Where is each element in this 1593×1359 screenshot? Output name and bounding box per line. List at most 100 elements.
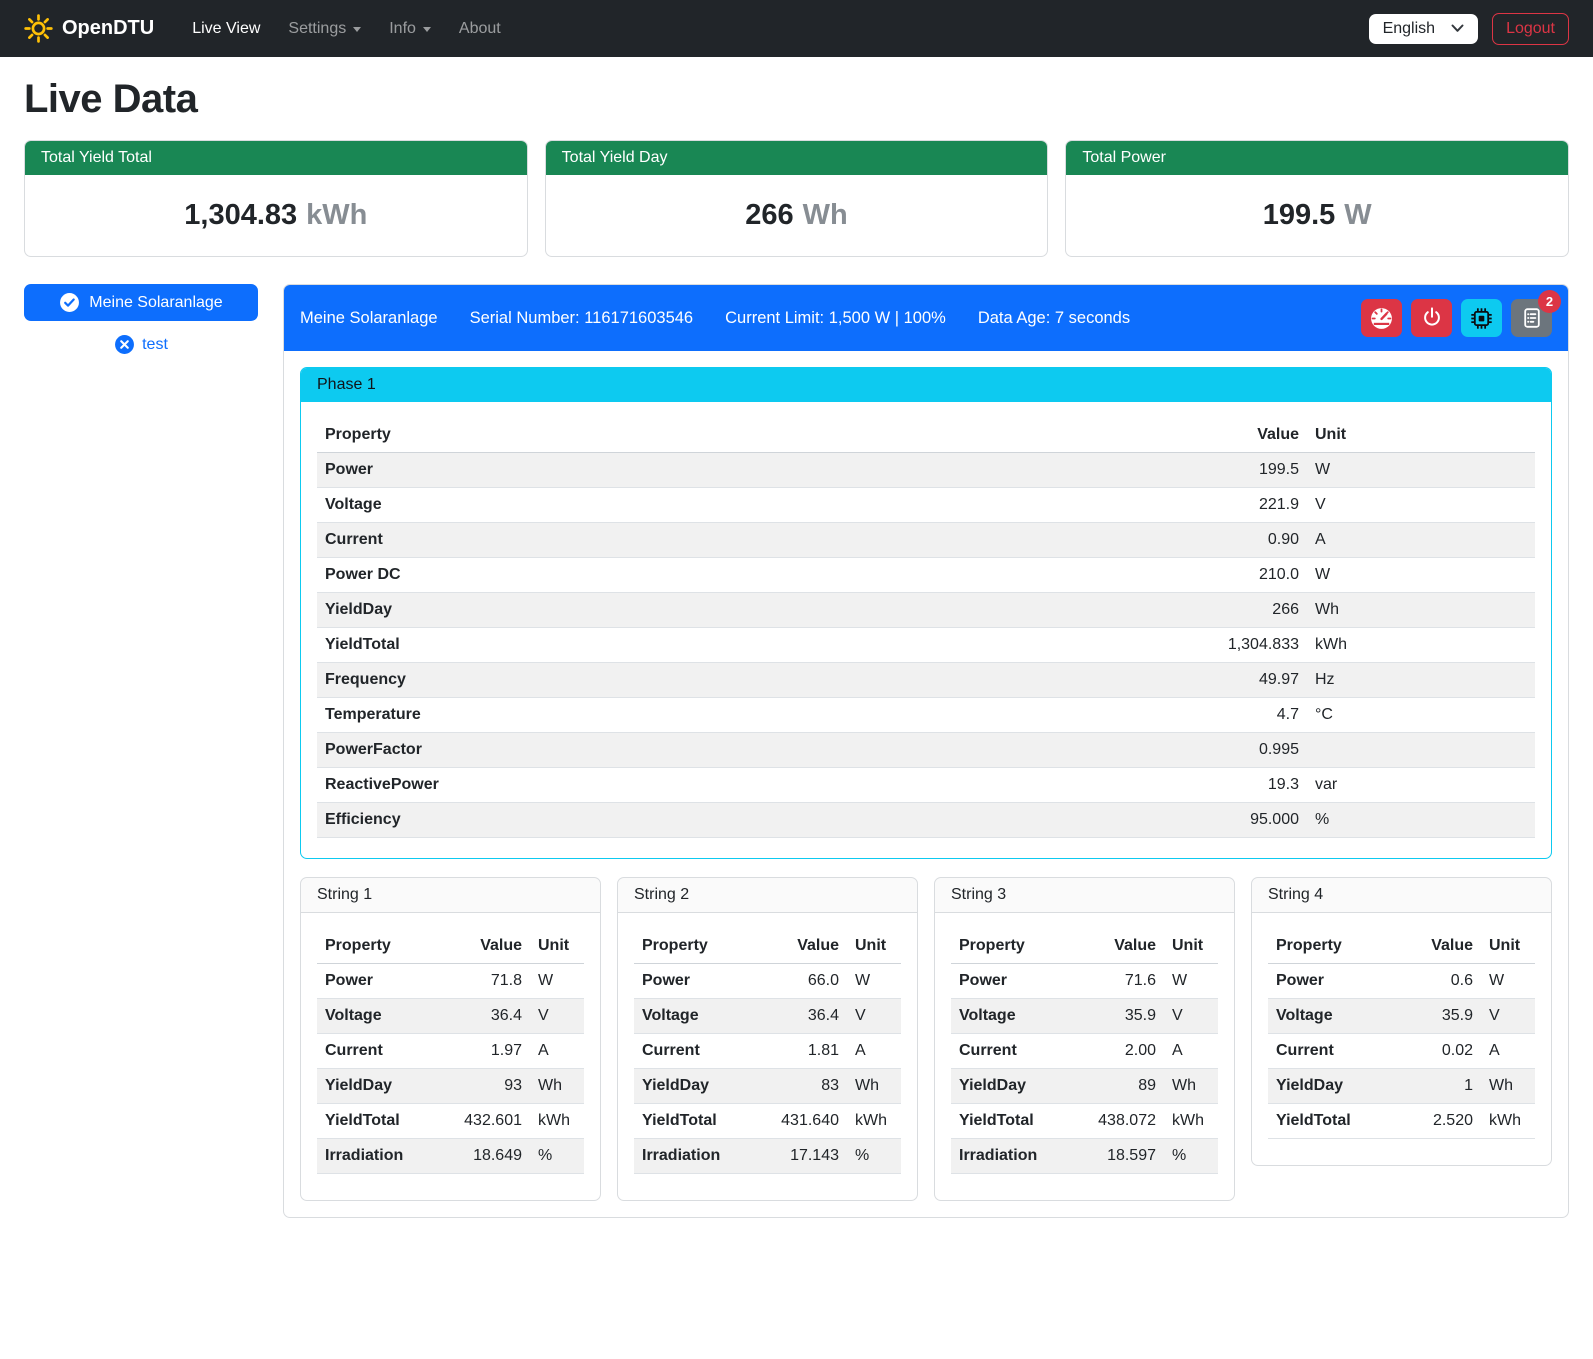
column-property: Property	[317, 418, 909, 453]
property-cell: Voltage	[317, 488, 909, 523]
nav-item-live-view[interactable]: Live View	[178, 12, 274, 46]
inverter-card: Meine Solaranlage Serial Number: 1161716…	[283, 284, 1569, 1218]
nav-item-settings[interactable]: Settings	[274, 12, 375, 46]
property-cell: PowerFactor	[317, 733, 909, 768]
value-cell: 19.3	[909, 768, 1307, 803]
property-cell: Power	[951, 964, 1072, 999]
table-row: Efficiency 95.000 %	[317, 803, 1535, 838]
unit-cell: W	[1164, 964, 1218, 999]
value-cell: 35.9	[1072, 999, 1164, 1034]
event-count-badge: 2	[1538, 290, 1561, 313]
card-body: 266Wh	[546, 175, 1048, 256]
table-row: YieldTotal 438.072 kWh	[951, 1104, 1218, 1139]
card-total-yield-total: Total Yield Total 1,304.83kWh	[24, 140, 528, 257]
property-cell: Power	[634, 964, 755, 999]
page-title: Live Data	[24, 77, 1569, 122]
property-cell: Irradiation	[317, 1139, 438, 1174]
table-row: Current 0.02 A	[1268, 1034, 1535, 1069]
device-info-button[interactable]	[1461, 299, 1502, 337]
logout-button[interactable]: Logout	[1492, 13, 1569, 45]
limit-settings-button[interactable]	[1361, 299, 1402, 337]
table-row: Voltage 35.9 V	[1268, 999, 1535, 1034]
inverter-selected-button[interactable]: Meine Solaranlage	[24, 284, 258, 321]
table-row: Frequency 49.97 Hz	[317, 663, 1535, 698]
table-row: Voltage 221.9 V	[317, 488, 1535, 523]
value-cell: 0.90	[909, 523, 1307, 558]
property-cell: YieldTotal	[317, 1104, 438, 1139]
value-cell: 431.640	[755, 1104, 847, 1139]
table-header-row: Property Value Unit	[1268, 929, 1535, 964]
unit-cell: %	[847, 1139, 901, 1174]
property-cell: YieldDay	[317, 593, 909, 628]
card-value: 1,304.83	[184, 199, 297, 231]
phase-panel: Phase 1 Property Value Unit	[300, 367, 1552, 859]
string-3-card: String 3 Property Value Unit	[934, 877, 1235, 1201]
value-cell: 438.072	[1072, 1104, 1164, 1139]
property-cell: Efficiency	[317, 803, 909, 838]
column-unit: Unit	[530, 929, 584, 964]
column-unit: Unit	[1481, 929, 1535, 964]
unit-cell: %	[1164, 1139, 1218, 1174]
string-title: String 3	[935, 878, 1234, 913]
table-header-row: Property Value Unit	[317, 418, 1535, 453]
string-4-table: Property Value Unit Power	[1268, 929, 1535, 1139]
value-cell: 18.597	[1072, 1139, 1164, 1174]
phase-body: Property Value Unit Power	[301, 402, 1551, 858]
table-header-row: Property Value Unit	[951, 929, 1218, 964]
value-cell: 0.02	[1389, 1034, 1481, 1069]
value-cell: 93	[438, 1069, 530, 1104]
inverter-item-test[interactable]: test	[24, 334, 258, 355]
card-unit: kWh	[306, 199, 367, 231]
table-row: YieldDay 83 Wh	[634, 1069, 901, 1104]
unit-cell: V	[1307, 488, 1535, 523]
inverter-selected-label: Meine Solaranlage	[89, 294, 222, 312]
inverter-actions: 2	[1361, 299, 1552, 337]
table-row: Current 1.81 A	[634, 1034, 901, 1069]
nav-item-about[interactable]: About	[445, 12, 515, 46]
unit-cell: kWh	[1307, 628, 1535, 663]
unit-cell: V	[1481, 999, 1535, 1034]
property-cell: YieldDay	[951, 1069, 1072, 1104]
table-row: YieldTotal 2.520 kWh	[1268, 1104, 1535, 1139]
column-property: Property	[634, 929, 755, 964]
table-row: Irradiation 18.649 %	[317, 1139, 584, 1174]
column-property: Property	[317, 929, 438, 964]
card-value: 199.5	[1263, 199, 1336, 231]
table-row: Current 1.97 A	[317, 1034, 584, 1069]
app-brand[interactable]: OpenDTU	[24, 14, 154, 43]
chevron-down-icon	[353, 27, 361, 32]
table-row: ReactivePower 19.3 var	[317, 768, 1535, 803]
nav-item-info[interactable]: Info	[375, 12, 445, 46]
string-title: String 2	[618, 878, 917, 913]
table-row: Power 66.0 W	[634, 964, 901, 999]
unit-cell: W	[1307, 453, 1535, 488]
table-row: Power DC 210.0 W	[317, 558, 1535, 593]
unit-cell: V	[847, 999, 901, 1034]
value-cell: 2.00	[1072, 1034, 1164, 1069]
value-cell: 89	[1072, 1069, 1164, 1104]
property-cell: YieldDay	[1268, 1069, 1389, 1104]
value-cell: 36.4	[438, 999, 530, 1034]
table-row: Power 71.8 W	[317, 964, 584, 999]
value-cell: 17.143	[755, 1139, 847, 1174]
phase-table: Property Value Unit Power	[317, 418, 1535, 838]
language-select[interactable]: English	[1369, 14, 1478, 44]
value-cell: 83	[755, 1069, 847, 1104]
property-cell: Power	[317, 453, 909, 488]
value-cell: 71.6	[1072, 964, 1164, 999]
table-row: YieldDay 266 Wh	[317, 593, 1535, 628]
value-cell: 4.7	[909, 698, 1307, 733]
column-value: Value	[1072, 929, 1164, 964]
strings-row: String 1 Property Value Unit	[300, 877, 1552, 1201]
column-unit: Unit	[1307, 418, 1535, 453]
inverter-serial: Serial Number: 116171603546	[470, 309, 694, 328]
column-value: Value	[1389, 929, 1481, 964]
property-cell: Current	[317, 523, 909, 558]
table-row: PowerFactor 0.995	[317, 733, 1535, 768]
property-cell: Voltage	[634, 999, 755, 1034]
unit-cell: Wh	[1164, 1069, 1218, 1104]
card-total-power: Total Power 199.5W	[1065, 140, 1569, 257]
unit-cell: V	[1164, 999, 1218, 1034]
event-log-button[interactable]: 2	[1511, 299, 1552, 337]
power-toggle-button[interactable]	[1411, 299, 1452, 337]
